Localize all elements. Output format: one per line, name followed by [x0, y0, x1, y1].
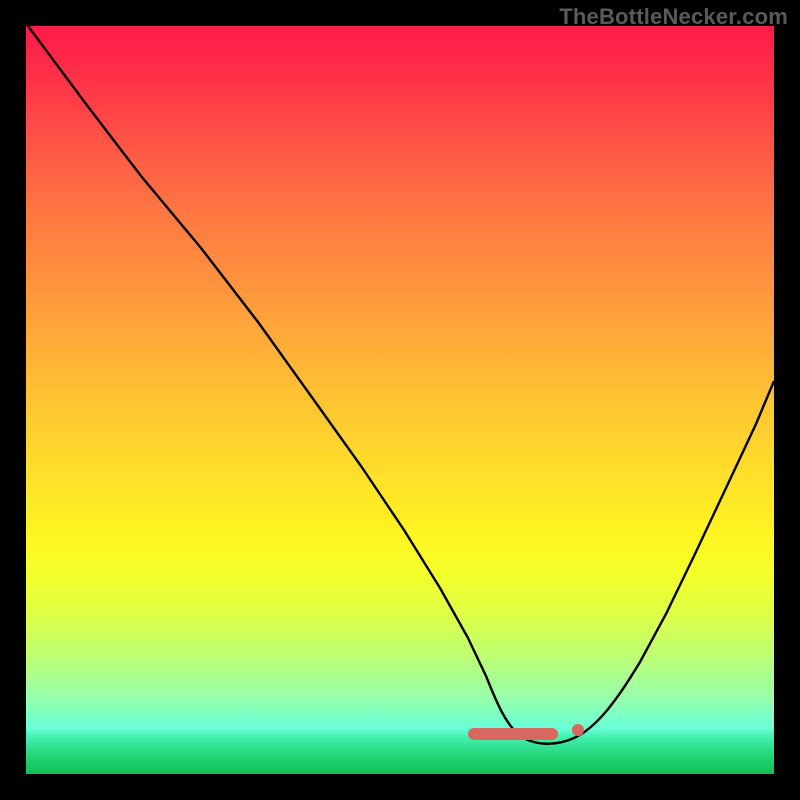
optimal-range-marker — [468, 728, 558, 740]
plot-area — [26, 26, 774, 774]
optimal-point-marker — [572, 724, 584, 736]
optimal-gradient-band — [26, 728, 774, 774]
severity-gradient — [26, 26, 774, 728]
watermark-text: TheBottleNecker.com — [559, 4, 788, 30]
bottleneck-chart: TheBottleNecker.com — [0, 0, 800, 800]
